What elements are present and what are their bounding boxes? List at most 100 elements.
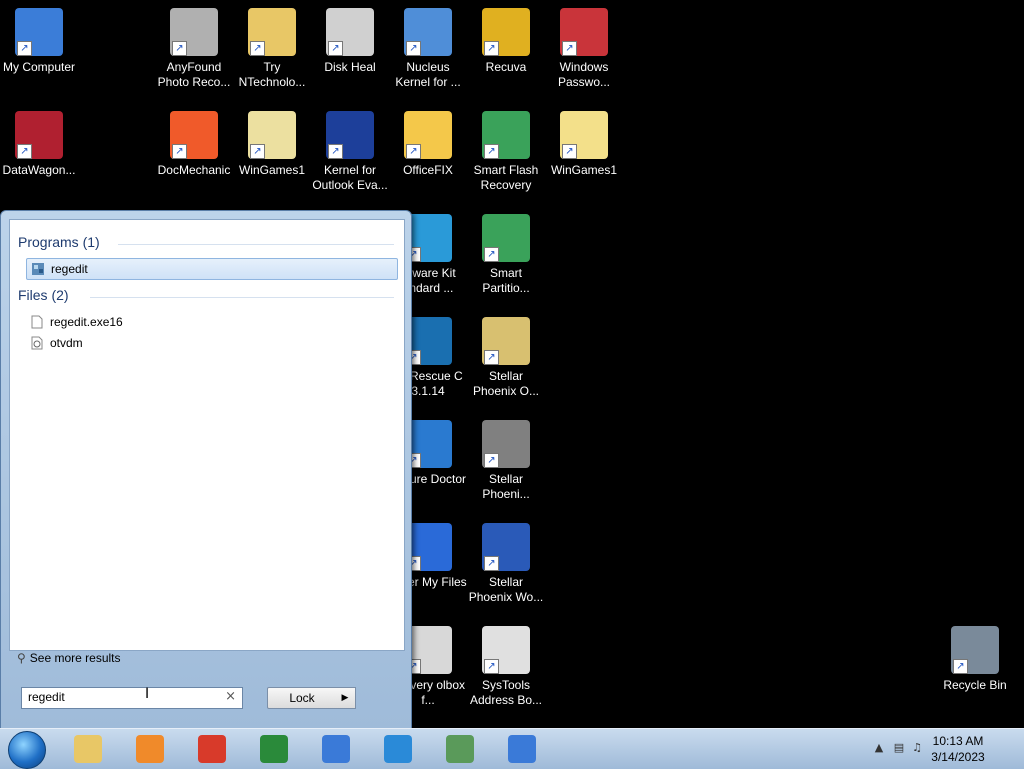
desktop-icon[interactable]: ↗ Smart Flash Recovery — [467, 111, 545, 193]
desktop-icon[interactable]: ↗ WinGames1 — [545, 111, 623, 178]
result-label: regedit — [51, 262, 88, 276]
shortcut-arrow-icon: ↗ — [484, 144, 499, 159]
see-more-results-link[interactable]: ⚲ See more results — [17, 651, 121, 665]
taskbar-button[interactable] — [372, 732, 424, 766]
desktop-icon-label: Stellar Phoenix O... — [472, 369, 540, 398]
desktop-icon[interactable]: ↗ DocMechanic — [155, 111, 233, 178]
docmechanic-icon: ↗ — [170, 111, 218, 159]
start-menu: Programs (1) regedit Files (2) regedit.e… — [0, 210, 412, 730]
desktop-icon[interactable]: ↗ Smart Partitio... — [467, 214, 545, 296]
monitor-app-icon — [446, 735, 474, 763]
stellar-disk-icon: ↗ — [482, 420, 530, 468]
divider — [118, 244, 394, 245]
desktop-icon[interactable]: ↗ Windows Passwo... — [545, 8, 623, 90]
desktop-icon-label: Kernel for Outlook Eva... — [312, 163, 388, 192]
clock-time[interactable]: 10:13 AM — [918, 734, 998, 748]
shortcut-arrow-icon: ↗ — [484, 659, 499, 674]
windows-password-icon: ↗ — [560, 8, 608, 56]
system-tray: ▲ ▤ ♫ 10:13 AM 3/14/2023 — [864, 729, 1024, 769]
smart-partition-icon: ↗ — [482, 214, 530, 262]
shortcut-arrow-icon: ↗ — [562, 41, 577, 56]
tools-icon: ↗ — [326, 8, 374, 56]
shortcut-arrow-icon: ↗ — [484, 453, 499, 468]
recuva-icon: ↗ — [482, 8, 530, 56]
desktop-icon[interactable]: ↗ Recycle Bin — [936, 626, 1014, 693]
shortcut-arrow-icon: ↗ — [17, 41, 32, 56]
desktop-icon[interactable]: ↗ OfficeFIX — [389, 111, 467, 178]
folder-icon: ↗ — [248, 8, 296, 56]
chrome-user-icon — [322, 735, 350, 763]
computer-icon: ↗ — [15, 8, 63, 56]
desktop-icon[interactable]: ↗ Try NTechnolo... — [233, 8, 311, 90]
clear-search-icon[interactable]: × — [225, 689, 236, 704]
shortcut-arrow-icon: ↗ — [328, 144, 343, 159]
desktop-icon-label: SysTools Address Bo... — [469, 678, 543, 707]
shortcut-arrow-icon: ↗ — [250, 41, 265, 56]
desktop-icon[interactable]: ↗ My Computer — [0, 8, 78, 75]
shortcut-arrow-icon: ↗ — [953, 659, 968, 674]
desktop-icon[interactable]: ↗ Stellar Phoenix O... — [467, 317, 545, 399]
regedit-icon — [31, 262, 45, 276]
desktop-icon[interactable]: ↗ SysTools Address Bo... — [467, 626, 545, 708]
desktop-icon-label: Stellar Phoenix Wo... — [468, 575, 544, 604]
start-button[interactable] — [8, 731, 46, 769]
result-otvdm[interactable]: otvdm — [26, 333, 396, 353]
desktop-icon-label: Nucleus Kernel for ... — [395, 60, 461, 89]
taskbar: ▲ ▤ ♫ 10:13 AM 3/14/2023 — [0, 728, 1024, 769]
divider — [90, 297, 394, 298]
desktop-icon[interactable]: ↗ WinGames1 — [233, 111, 311, 178]
search-input[interactable]: regedit × — [21, 687, 243, 709]
search-icon: ⚲ — [17, 651, 26, 665]
desktop-icon-label: Stellar Phoeni... — [482, 472, 530, 501]
clock-date[interactable]: 3/14/2023 — [918, 750, 998, 764]
programs-header: Programs (1) — [18, 234, 100, 250]
result-label: regedit.exe16 — [50, 315, 123, 329]
taskbar-button[interactable] — [310, 732, 362, 766]
chrome-icon — [198, 735, 226, 763]
desktop-icon[interactable]: ↗ Kernel for Outlook Eva... — [311, 111, 389, 193]
desktop-icon-label: Smart Flash Recovery — [473, 163, 539, 192]
desktop-icon[interactable]: ↗ Stellar Phoenix Wo... — [467, 523, 545, 605]
smart-recovery-icon: ↗ — [482, 111, 530, 159]
result-label: otvdm — [50, 336, 83, 350]
media-player-icon — [136, 735, 164, 763]
desktop-icon-label: Recuva — [485, 60, 527, 74]
network-icon[interactable]: ▤ — [892, 741, 906, 755]
show-hidden-icons-icon[interactable]: ▲ — [872, 741, 886, 755]
desktop-icon[interactable]: ↗ Disk Heal — [311, 8, 389, 75]
desktop-icon-label: OfficeFIX — [403, 163, 453, 177]
shortcut-arrow-icon: ↗ — [406, 41, 421, 56]
desktop-icon-label: Windows Passwo... — [557, 60, 611, 89]
shortcut-arrow-icon: ↗ — [328, 41, 343, 56]
taskbar-button[interactable] — [62, 732, 114, 766]
desktop-icon[interactable]: ↗ Recuva — [467, 8, 545, 75]
files-header: Files (2) — [18, 287, 69, 303]
desktop-icon[interactable]: ↗ Nucleus Kernel for ... — [389, 8, 467, 90]
taskbar-button[interactable] — [434, 732, 486, 766]
result-regedit-exe16[interactable]: regedit.exe16 — [26, 312, 396, 332]
file-icon — [30, 315, 44, 329]
desktop-icon[interactable]: ↗ AnyFound Photo Reco... — [155, 8, 233, 90]
kernel-k-icon: ↗ — [326, 111, 374, 159]
taskbar-button[interactable] — [124, 732, 176, 766]
desktop-icon-label: Recycle Bin — [943, 678, 1007, 692]
desktop-icon[interactable]: ↗ DataWagon... — [0, 111, 78, 178]
desktop-icon[interactable]: ↗ Stellar Phoeni... — [467, 420, 545, 502]
shutdown-options-arrow[interactable]: ▶ — [335, 687, 356, 709]
taskbar-button[interactable] — [186, 732, 238, 766]
result-regedit[interactable]: regedit — [26, 258, 398, 280]
desktop-icon-label: DataWagon... — [2, 163, 76, 177]
desktop-icon-label: WinGames1 — [238, 163, 306, 177]
desktop-icon-label: Try NTechnolo... — [238, 60, 306, 89]
shortcut-arrow-icon: ↗ — [484, 247, 499, 262]
shortcut-arrow-icon: ↗ — [172, 144, 187, 159]
stellar-office-icon: ↗ — [482, 317, 530, 365]
lock-button[interactable]: Lock — [267, 687, 337, 709]
explorer-icon — [74, 735, 102, 763]
internet-explorer-icon — [384, 735, 412, 763]
shortcut-arrow-icon: ↗ — [484, 556, 499, 571]
windows-drive-icon: ↗ — [404, 8, 452, 56]
taskbar-button[interactable] — [496, 732, 548, 766]
chrome-profile-icon — [508, 735, 536, 763]
taskbar-button[interactable] — [248, 732, 300, 766]
